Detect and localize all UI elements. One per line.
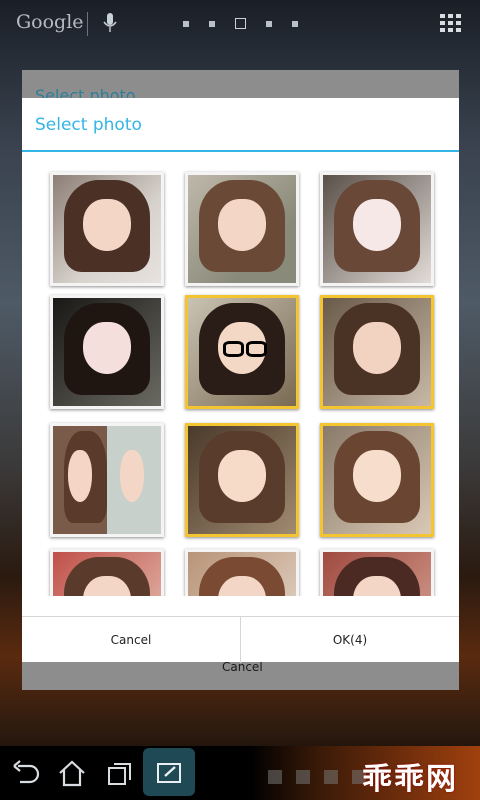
page-dot [209,20,215,27]
photo-image [323,175,431,283]
page-dot [292,20,298,27]
photo-thumbnail-selected[interactable] [185,295,299,409]
photo-thumbnail-selected[interactable] [320,295,434,409]
page-dot [266,20,272,27]
dialog-title: Select photo [35,115,142,135]
photo-thumbnail[interactable] [50,295,164,409]
android-debug-icon [268,770,282,784]
photo-thumbnail[interactable] [185,172,299,286]
page-dot-current [235,18,246,29]
screenshot-icon[interactable] [153,758,185,788]
photo-image [323,552,431,596]
microphone-icon[interactable] [103,12,117,34]
page-dot [183,20,189,27]
photo-image [188,426,296,534]
status-icons [268,770,366,784]
photo-image [53,175,161,283]
all-apps-icon[interactable] [440,14,462,32]
photo-image [188,298,296,406]
usb-icon [296,770,310,784]
photo-image [53,552,161,596]
cancel-button[interactable]: Cancel [22,617,241,663]
photo-image [53,298,161,406]
photo-thumbnail-selected[interactable] [185,423,299,537]
photo-image [188,552,296,596]
gmail-icon [324,770,338,784]
photo-thumbnail[interactable] [185,549,299,596]
select-photo-dialog: Select photo Cancel OK(4) [22,98,459,663]
photo-thumbnail[interactable] [50,549,164,596]
back-icon[interactable] [10,758,42,788]
photo-image [323,426,431,534]
photo-grid[interactable] [22,152,459,596]
photo-thumbnail[interactable] [320,172,434,286]
photo-image [188,175,296,283]
home-top-bar: Google [0,0,480,48]
ok-button[interactable]: OK(4) [241,617,459,663]
photo-image [323,298,431,406]
photo-thumbnail[interactable] [50,172,164,286]
photo-image [53,426,161,534]
search-divider [87,12,88,36]
recent-apps-icon[interactable] [104,758,136,788]
home-page-indicator [183,18,298,29]
photo-thumbnail[interactable] [320,549,434,596]
home-icon[interactable] [56,758,88,788]
watermark-logo: 乖乖网 [362,762,458,797]
dialog-button-bar: Cancel OK(4) [22,616,459,663]
photo-thumbnail[interactable] [50,423,164,537]
google-search-logo[interactable]: Google [16,11,84,33]
photo-thumbnail-selected[interactable] [320,423,434,537]
